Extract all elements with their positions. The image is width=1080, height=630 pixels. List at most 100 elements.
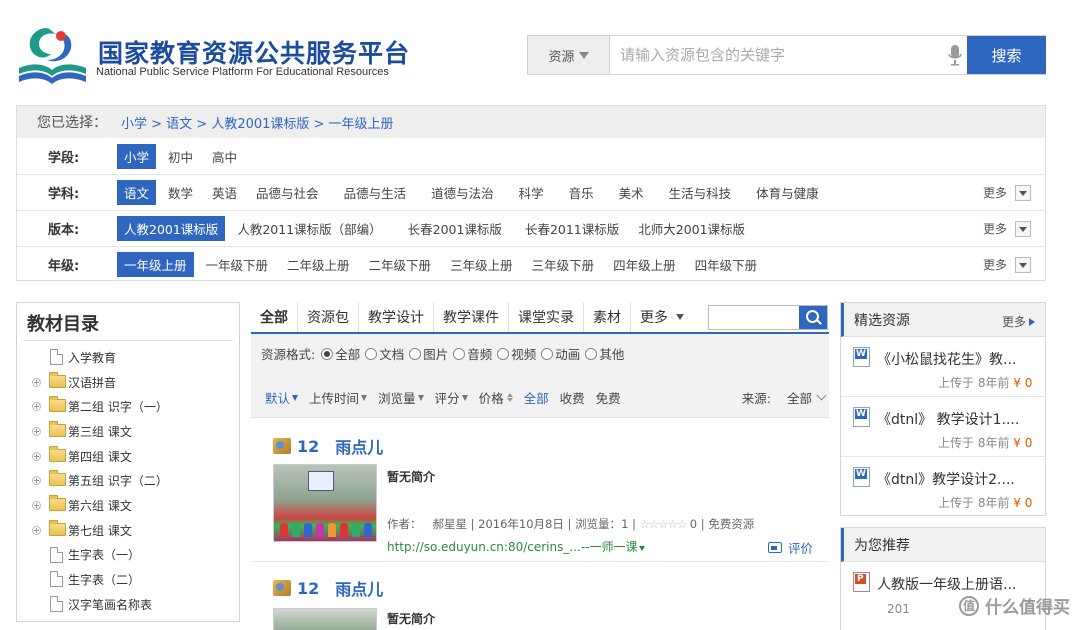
filter-option[interactable]: 四年级下册	[688, 252, 765, 277]
expand-icon[interactable]	[32, 501, 41, 511]
radio-circle-icon[interactable]	[541, 347, 554, 360]
filter-option[interactable]: 语文	[117, 180, 157, 205]
filter-option[interactable]: 高中	[205, 144, 244, 169]
sort-default[interactable]: 默认	[265, 388, 299, 407]
tab-0[interactable]: 全部	[251, 302, 298, 332]
format-radio[interactable]: 文档	[365, 344, 404, 363]
format-radio[interactable]: 全部	[321, 344, 360, 363]
filter-option[interactable]: 一年级下册	[199, 252, 276, 277]
catalog-item[interactable]: 汉语拼音	[17, 370, 239, 395]
sort-rating[interactable]: 评分	[435, 388, 468, 407]
filter-option[interactable]: 小学	[117, 143, 157, 169]
filter-option[interactable]: 四年级上册	[606, 252, 683, 277]
sort-upload-time[interactable]: 上传时间	[309, 388, 368, 407]
sort-views[interactable]: 浏览量	[378, 388, 424, 407]
expand-icon[interactable]	[32, 476, 41, 486]
catalog-item[interactable]: 入学教育	[17, 345, 239, 370]
tab-3[interactable]: 教学课件	[434, 302, 509, 332]
tab-4[interactable]: 课堂实录	[509, 302, 584, 332]
featured-item[interactable]: 《dtnl》教学设计2.... 上传于 8年前 ¥ 0	[841, 457, 1045, 517]
catalog-item[interactable]: 第七组 课文	[17, 518, 239, 543]
tab-1[interactable]: 资源包	[298, 302, 359, 332]
resource-title-row[interactable]: 12 雨点儿	[273, 576, 383, 600]
platform-name-cn[interactable]: 国家教育资源公共服务平台	[98, 34, 410, 70]
catalog-item[interactable]: 第六组 课文	[17, 493, 239, 518]
filter-option[interactable]: 一年级上册	[117, 252, 194, 277]
filter-free[interactable]: 免费	[596, 388, 621, 407]
catalog-item[interactable]: 第三组 课文	[17, 419, 239, 444]
featured-item[interactable]: 《小松鼠找花生》教... 上传于 8年前 ¥ 0	[841, 337, 1045, 397]
resource-thumbnail[interactable]	[273, 608, 377, 630]
resource-title-row[interactable]: 12 雨点儿	[273, 434, 383, 458]
filter-option[interactable]: 二年级上册	[280, 252, 357, 277]
recommend-item-title[interactable]: 人教版一年级上册语...	[877, 574, 1016, 594]
filter-option[interactable]: 二年级下册	[362, 252, 439, 277]
filter-option[interactable]: 英语	[205, 180, 244, 205]
expand-icon[interactable]	[32, 402, 41, 412]
radio-circle-icon[interactable]	[365, 347, 378, 360]
filter-option[interactable]: 美术	[612, 180, 651, 205]
tab-5[interactable]: 素材	[584, 302, 631, 332]
sort-price[interactable]: 价格	[479, 388, 513, 407]
radio-circle-icon[interactable]	[409, 347, 422, 360]
search-type-dropdown[interactable]: 资源	[528, 36, 610, 74]
filter-option[interactable]: 体育与健康	[749, 180, 826, 205]
microphone-icon[interactable]	[948, 44, 962, 66]
filter-more-button[interactable]: 更多	[983, 220, 1031, 237]
expand-icon[interactable]	[32, 427, 41, 437]
radio-circle-icon[interactable]	[321, 347, 334, 360]
filter-all[interactable]: 全部	[524, 388, 549, 407]
resource-title[interactable]: 雨点儿	[335, 576, 383, 600]
catalog-item[interactable]: 生字表（一）	[17, 543, 239, 568]
tab-search-box[interactable]	[708, 305, 828, 330]
catalog-item[interactable]: 生字表（二）	[17, 567, 239, 592]
filter-more-button[interactable]: 更多	[983, 184, 1031, 201]
format-radio[interactable]: 视频	[497, 344, 536, 363]
search-icon[interactable]	[799, 306, 827, 329]
featured-item-title[interactable]: 《小松鼠找花生》教...	[877, 349, 1016, 369]
filter-option[interactable]: 长春2011课标版	[518, 216, 626, 241]
filter-option[interactable]: 初中	[161, 144, 200, 169]
featured-item[interactable]: 《dtnl》 教学设计1.... 上传于 8年前 ¥ 0	[841, 397, 1045, 457]
catalog-item[interactable]: 第四组 课文	[17, 444, 239, 469]
format-radio[interactable]: 其他	[585, 344, 624, 363]
source-dropdown[interactable]: 来源: 全部	[742, 388, 827, 407]
tab-2[interactable]: 教学设计	[359, 302, 434, 332]
resource-link[interactable]: http://so.eduyun.cn:80/cerins_...--一师一课	[387, 538, 646, 555]
filter-option[interactable]: 北师大2001课标版	[631, 216, 752, 241]
filter-option[interactable]: 人教2001课标版	[117, 216, 226, 241]
search-button[interactable]: 搜索	[967, 36, 1046, 74]
format-radio[interactable]: 图片	[409, 344, 448, 363]
radio-circle-icon[interactable]	[585, 347, 598, 360]
search-input[interactable]	[620, 45, 940, 65]
filter-option[interactable]: 人教2011课标版（部编）	[230, 216, 388, 241]
filter-option[interactable]: 音乐	[562, 180, 601, 205]
radio-circle-icon[interactable]	[497, 347, 510, 360]
filter-option[interactable]: 品德与社会	[249, 180, 326, 205]
tab-more[interactable]: 更多	[631, 302, 693, 332]
resource-title[interactable]: 雨点儿	[335, 434, 383, 458]
catalog-item[interactable]: 汉字笔画名称表	[17, 592, 239, 617]
format-radio[interactable]: 动画	[541, 344, 580, 363]
format-radio[interactable]: 音频	[453, 344, 492, 363]
resource-author[interactable]: 郝星星	[432, 517, 467, 531]
featured-item-title[interactable]: 《dtnl》 教学设计1....	[877, 409, 1019, 429]
resource-thumbnail[interactable]	[273, 464, 377, 542]
filter-option[interactable]: 科学	[512, 180, 551, 205]
filter-option[interactable]: 数学	[161, 180, 200, 205]
selected-path[interactable]: 小学 > 语文 > 人教2001课标版 > 一年级上册	[121, 113, 394, 132]
expand-icon[interactable]	[32, 525, 41, 535]
filter-option[interactable]: 道德与法治	[424, 180, 501, 205]
radio-circle-icon[interactable]	[453, 347, 466, 360]
filter-option[interactable]: 生活与科技	[662, 180, 739, 205]
filter-option[interactable]: 三年级上册	[443, 252, 520, 277]
expand-icon[interactable]	[32, 451, 41, 461]
filter-option[interactable]: 品德与生活	[337, 180, 414, 205]
expand-icon[interactable]	[32, 377, 41, 387]
catalog-item[interactable]: 第五组 识字（二）	[17, 468, 239, 493]
review-button[interactable]: 评价	[767, 538, 813, 557]
featured-more-link[interactable]: 更多	[1002, 313, 1035, 330]
filter-more-button[interactable]: 更多	[983, 256, 1031, 273]
featured-item-title[interactable]: 《dtnl》教学设计2....	[877, 469, 1015, 489]
platform-logo-icon[interactable]	[15, 24, 90, 86]
